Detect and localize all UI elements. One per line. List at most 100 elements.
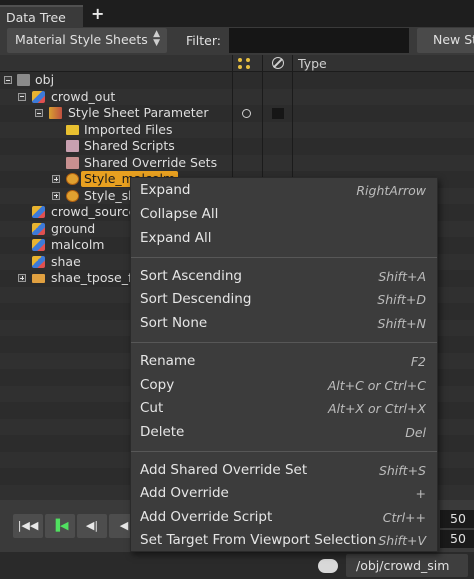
brain-icon — [318, 559, 338, 573]
menu-item-add-override-script[interactable]: Add Override Script Ctrl++ — [131, 506, 437, 529]
new-style-sheet-button[interactable]: New St — [417, 28, 474, 53]
tab-strip: Data Tree + — [0, 0, 474, 27]
add-tab-icon[interactable]: + — [91, 4, 104, 23]
tree-row-obj[interactable]: obj — [0, 72, 474, 89]
menu-item-shortcut: Shift+V — [378, 533, 426, 548]
menu-item-shortcut: F2 — [410, 354, 426, 369]
style-icon — [66, 189, 79, 202]
tree-label: Shared Override Sets — [84, 154, 218, 170]
menu-item-shortcut: Ctrl++ — [382, 510, 426, 525]
menu-item-label: Sort None — [140, 315, 208, 331]
tree-label: obj — [35, 72, 55, 87]
collapse-icon[interactable] — [4, 76, 12, 84]
jump-to-start-icon[interactable]: |◀◀ — [13, 514, 43, 538]
expand-icon[interactable] — [52, 191, 60, 200]
menu-item-shortcut: RightArrow — [356, 183, 426, 198]
override-set-icon — [66, 156, 79, 169]
menu-item-label: Rename — [140, 353, 196, 369]
menu-item-rename[interactable]: Rename F2 — [131, 350, 437, 373]
menu-item-expand-all[interactable]: Expand All — [131, 227, 437, 250]
package-icon — [32, 274, 45, 283]
step-back-key-icon[interactable]: ▐◀ — [45, 514, 75, 538]
style-icon — [66, 173, 79, 185]
menu-item-shortcut: Del — [405, 425, 426, 440]
radio-icon[interactable] — [242, 109, 251, 118]
menu-item-label: Add Shared Override Set — [140, 462, 308, 478]
tree-label: shae — [51, 253, 81, 269]
menu-item-shortcut: Alt+C or Ctrl+C — [327, 378, 426, 393]
menu-item-shortcut: Shift+S — [378, 463, 426, 478]
tree-row-imported-files[interactable]: Imported Files — [0, 121, 474, 138]
column-separator[interactable] — [292, 55, 293, 71]
menu-item-collapse-all[interactable]: Collapse All — [131, 203, 437, 226]
menu-item-cut[interactable]: Cut Alt+X or Ctrl+X — [131, 397, 437, 420]
tree-row-shared-override-sets[interactable]: Shared Override Sets — [0, 154, 474, 171]
tree-label: crowd_out — [51, 88, 116, 104]
view-type-dropdown[interactable]: Material Style Sheets ▲ ▼ — [7, 28, 167, 53]
script-icon — [66, 140, 79, 152]
tree-label: crowd_source — [51, 204, 137, 219]
filter-label: Filter: — [186, 33, 221, 48]
geometry-icon — [32, 206, 45, 218]
menu-item-label: Expand All — [140, 230, 212, 246]
tree-label: malcolm — [51, 237, 105, 252]
folder-icon — [66, 124, 79, 135]
network-icon — [17, 74, 30, 86]
tree-label: Shared Scripts — [84, 138, 175, 153]
menu-item-shortcut: Alt+X or Ctrl+X — [328, 401, 426, 416]
selection-dots-icon[interactable] — [238, 58, 252, 70]
tab-data-tree[interactable]: Data Tree — [0, 5, 83, 27]
tree-label: Style_sh — [84, 187, 137, 203]
menu-separator — [131, 451, 437, 452]
menu-item-shortcut: Shift+D — [377, 292, 426, 307]
menu-item-copy[interactable]: Copy Alt+C or Ctrl+C — [131, 374, 437, 397]
collapse-icon[interactable] — [35, 109, 43, 117]
step-back-icon[interactable]: ◀| — [77, 514, 107, 538]
column-separator[interactable] — [262, 55, 263, 71]
menu-item-label: Add Override Script — [140, 509, 273, 525]
collapse-icon[interactable] — [18, 92, 26, 101]
menu-item-label: Expand — [140, 182, 191, 198]
menu-item-label: Add Override — [140, 485, 229, 501]
menu-separator — [131, 342, 437, 343]
chevron-updown-icon: ▲ ▼ — [153, 29, 160, 48]
tree-label: Style Sheet Parameter — [68, 105, 209, 120]
column-separator[interactable] — [232, 55, 233, 71]
style-sheet-icon — [49, 107, 62, 119]
menu-item-delete[interactable]: Delete Del — [131, 421, 437, 444]
view-type-label: Material Style Sheets — [15, 32, 148, 47]
frame-range-field[interactable]: 50 — [440, 530, 474, 548]
menu-item-expand[interactable]: Expand RightArrow — [131, 179, 437, 202]
menu-item-label: Set Target From Viewport Selection — [140, 532, 377, 548]
menu-item-shortcut: + — [415, 486, 426, 501]
tree-row-style-sheet-parameter[interactable]: Style Sheet Parameter — [0, 105, 474, 122]
menu-item-shortcut: Shift+A — [378, 269, 426, 284]
geometry-icon — [32, 255, 45, 268]
menu-item-sort-ascending[interactable]: Sort Ascending Shift+A — [131, 265, 437, 288]
tree-row-shared-scripts[interactable]: Shared Scripts — [0, 138, 474, 155]
menu-item-shortcut: Shift+N — [377, 316, 426, 331]
menu-item-sort-none[interactable]: Sort None Shift+N — [131, 312, 437, 335]
menu-item-sort-descending[interactable]: Sort Descending Shift+D — [131, 288, 437, 311]
geometry-icon — [32, 90, 45, 103]
disable-icon[interactable] — [272, 57, 284, 69]
type-column-header[interactable]: Type — [298, 56, 327, 71]
menu-item-set-target-from-viewport[interactable]: Set Target From Viewport Selection Shift… — [131, 529, 437, 552]
column-header: Type — [0, 55, 474, 72]
frame-end-field[interactable]: 50 — [440, 510, 474, 528]
menu-item-label: Sort Ascending — [140, 268, 242, 284]
filter-input[interactable] — [229, 28, 409, 53]
geometry-icon — [32, 239, 45, 251]
expand-icon[interactable] — [52, 175, 60, 183]
menu-separator — [131, 257, 437, 258]
network-path[interactable]: /obj/crowd_sim — [346, 554, 468, 577]
expand-icon[interactable] — [18, 274, 26, 282]
menu-item-add-override[interactable]: Add Override + — [131, 482, 437, 505]
menu-item-label: Cut — [140, 400, 164, 416]
menu-item-add-shared-override-set[interactable]: Add Shared Override Set Shift+S — [131, 459, 437, 482]
toolbar: Material Style Sheets ▲ ▼ Filter: New St — [0, 27, 474, 55]
tree-row-crowd-out[interactable]: crowd_out — [0, 88, 474, 105]
menu-item-label: Delete — [140, 424, 185, 440]
menu-item-label: Sort Descending — [140, 291, 252, 307]
checkbox-icon[interactable] — [272, 108, 284, 119]
